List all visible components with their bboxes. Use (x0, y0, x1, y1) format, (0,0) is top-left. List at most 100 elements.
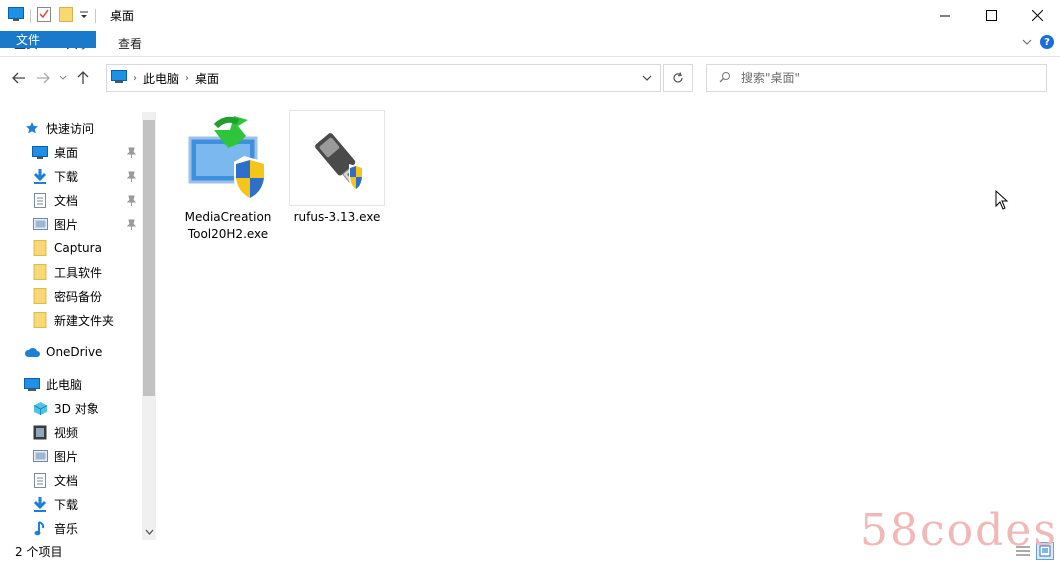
title-bar: 桌面 (0, 0, 1060, 31)
tab-view[interactable]: 查看 (104, 31, 156, 56)
music-note-icon (32, 520, 48, 536)
sidebar-item-documents[interactable]: 文档 (32, 468, 78, 492)
properties-icon[interactable] (37, 6, 51, 25)
forward-arrow-icon[interactable] (34, 69, 52, 87)
expand-ribbon-icon[interactable] (1022, 35, 1032, 49)
navigation-pane: 快速访问 桌面 下载 文档 图片 Captura 工具软件 密码备份 新建文件夹… (0, 112, 158, 540)
pictures-icon (32, 448, 48, 464)
window-controls (922, 0, 1060, 31)
sidebar-item-label: 桌面 (54, 145, 79, 160)
window-title: 桌面 (110, 9, 135, 23)
sidebar-item-quick-access[interactable]: 快速访问 (24, 116, 94, 140)
folder-icon (32, 264, 48, 280)
file-name-line-1: MediaCreation (184, 210, 272, 224)
pin-icon (126, 218, 136, 230)
download-arrow-icon (32, 168, 48, 184)
watermark: 58codes (860, 505, 1058, 556)
customize-toolbar-icon[interactable] (79, 9, 89, 23)
sidebar-item-label: 下载 (54, 169, 79, 184)
cloud-icon (24, 344, 40, 360)
sidebar-item-label: Captura (54, 241, 102, 255)
tab-file[interactable]: 文件 (0, 31, 96, 48)
new-folder-icon[interactable] (59, 6, 73, 25)
sidebar-item-label: 音乐 (54, 521, 79, 536)
mouse-cursor-icon (995, 190, 1009, 210)
back-arrow-icon[interactable] (10, 69, 28, 87)
close-button[interactable] (1014, 0, 1060, 31)
file-name-line-2: Tool20H2.exe (187, 227, 269, 241)
sidebar-item-label: OneDrive (46, 345, 103, 359)
sidebar-item-label: 此电脑 (46, 377, 83, 392)
sidebar-item-downloads[interactable]: 下载 (32, 164, 78, 188)
maximize-button[interactable] (968, 0, 1014, 31)
sidebar-item-desktop[interactable]: 桌面 (32, 140, 78, 164)
media-creation-tool-icon (180, 110, 276, 206)
explorer-app-icon[interactable] (8, 7, 24, 24)
address-bar[interactable]: › 此电脑 › 桌面 (106, 64, 661, 92)
pictures-icon (32, 216, 48, 232)
search-input[interactable] (741, 71, 1021, 85)
folder-icon (32, 288, 48, 304)
sidebar-item-label: 图片 (54, 449, 79, 464)
computer-icon (24, 376, 40, 392)
sidebar-item-label: 文档 (54, 473, 79, 488)
file-list: MediaCreation Tool20H2.exe rufus-3.13.ex… (170, 106, 1055, 536)
film-icon (32, 424, 48, 440)
navigation-bar: › 此电脑 › 桌面 (0, 58, 1060, 98)
sidebar-item-pictures[interactable]: 图片 (32, 444, 78, 468)
document-icon (32, 472, 48, 488)
address-dropdown-button[interactable] (634, 65, 660, 91)
sidebar-item-downloads[interactable]: 下载 (32, 492, 78, 516)
download-arrow-icon (32, 496, 48, 512)
sidebar-item-label: 图片 (54, 217, 79, 232)
help-icon[interactable]: ? (1040, 35, 1054, 49)
breadcrumb-desktop[interactable]: 桌面 (195, 70, 219, 87)
file-explorer-window: 桌面 文件 主页 共享 查看 ? (0, 0, 1060, 563)
desktop-icon (32, 144, 48, 160)
file-item[interactable]: MediaCreation Tool20H2.exe (180, 110, 276, 243)
sidebar-item-folder[interactable]: 工具软件 (32, 260, 102, 284)
sidebar-item-label: 下载 (54, 497, 79, 512)
sidebar-item-music[interactable]: 音乐 (32, 516, 78, 540)
scroll-down-arrow-icon[interactable] (142, 526, 156, 538)
up-arrow-icon[interactable] (74, 69, 92, 87)
sidebar-item-pictures[interactable]: 图片 (32, 212, 78, 236)
ribbon-tabs: 文件 主页 共享 查看 ? (0, 31, 1060, 57)
document-icon (32, 192, 48, 208)
cube-3d-icon (32, 400, 48, 416)
sidebar-item-videos[interactable]: 视频 (32, 420, 78, 444)
quick-access-toolbar (0, 0, 102, 31)
recent-locations-icon[interactable] (58, 69, 68, 87)
folder-icon (32, 240, 48, 256)
sidebar-item-folder[interactable]: 密码备份 (32, 284, 102, 308)
sidebar-item-label: 视频 (54, 425, 79, 440)
pin-icon (126, 146, 136, 158)
breadcrumb-this-pc[interactable]: 此电脑 (143, 70, 179, 87)
sidebar-item-label: 新建文件夹 (54, 313, 115, 328)
sidebar-item-label: 工具软件 (54, 265, 103, 280)
scrollbar-thumb[interactable] (143, 120, 155, 396)
this-pc-icon (111, 69, 127, 87)
minimize-button[interactable] (922, 0, 968, 31)
sidebar-item-3d-objects[interactable]: 3D 对象 (32, 396, 99, 420)
file-name: rufus-3.13.exe (293, 210, 381, 224)
folder-icon (32, 312, 48, 328)
search-icon (719, 71, 731, 86)
sidebar-scrollbar[interactable] (142, 112, 156, 540)
pin-icon (126, 170, 136, 182)
sidebar-item-label: 3D 对象 (54, 401, 99, 416)
refresh-button[interactable] (663, 64, 693, 92)
sidebar-item-folder[interactable]: 新建文件夹 (32, 308, 114, 332)
rufus-usb-icon (289, 110, 385, 206)
sidebar-item-documents[interactable]: 文档 (32, 188, 78, 212)
sidebar-item-onedrive[interactable]: OneDrive (24, 340, 102, 364)
item-count: 2 个项目 (15, 545, 63, 559)
sidebar-item-label: 快速访问 (46, 121, 95, 136)
sidebar-item-folder[interactable]: Captura (32, 236, 102, 260)
search-box[interactable] (706, 64, 1047, 92)
file-item[interactable]: rufus-3.13.exe (289, 110, 385, 226)
breadcrumb-separator-icon: › (133, 72, 137, 84)
pin-icon (126, 194, 136, 206)
breadcrumb-separator-icon: › (185, 72, 190, 84)
sidebar-item-this-pc[interactable]: 此电脑 (24, 372, 82, 396)
